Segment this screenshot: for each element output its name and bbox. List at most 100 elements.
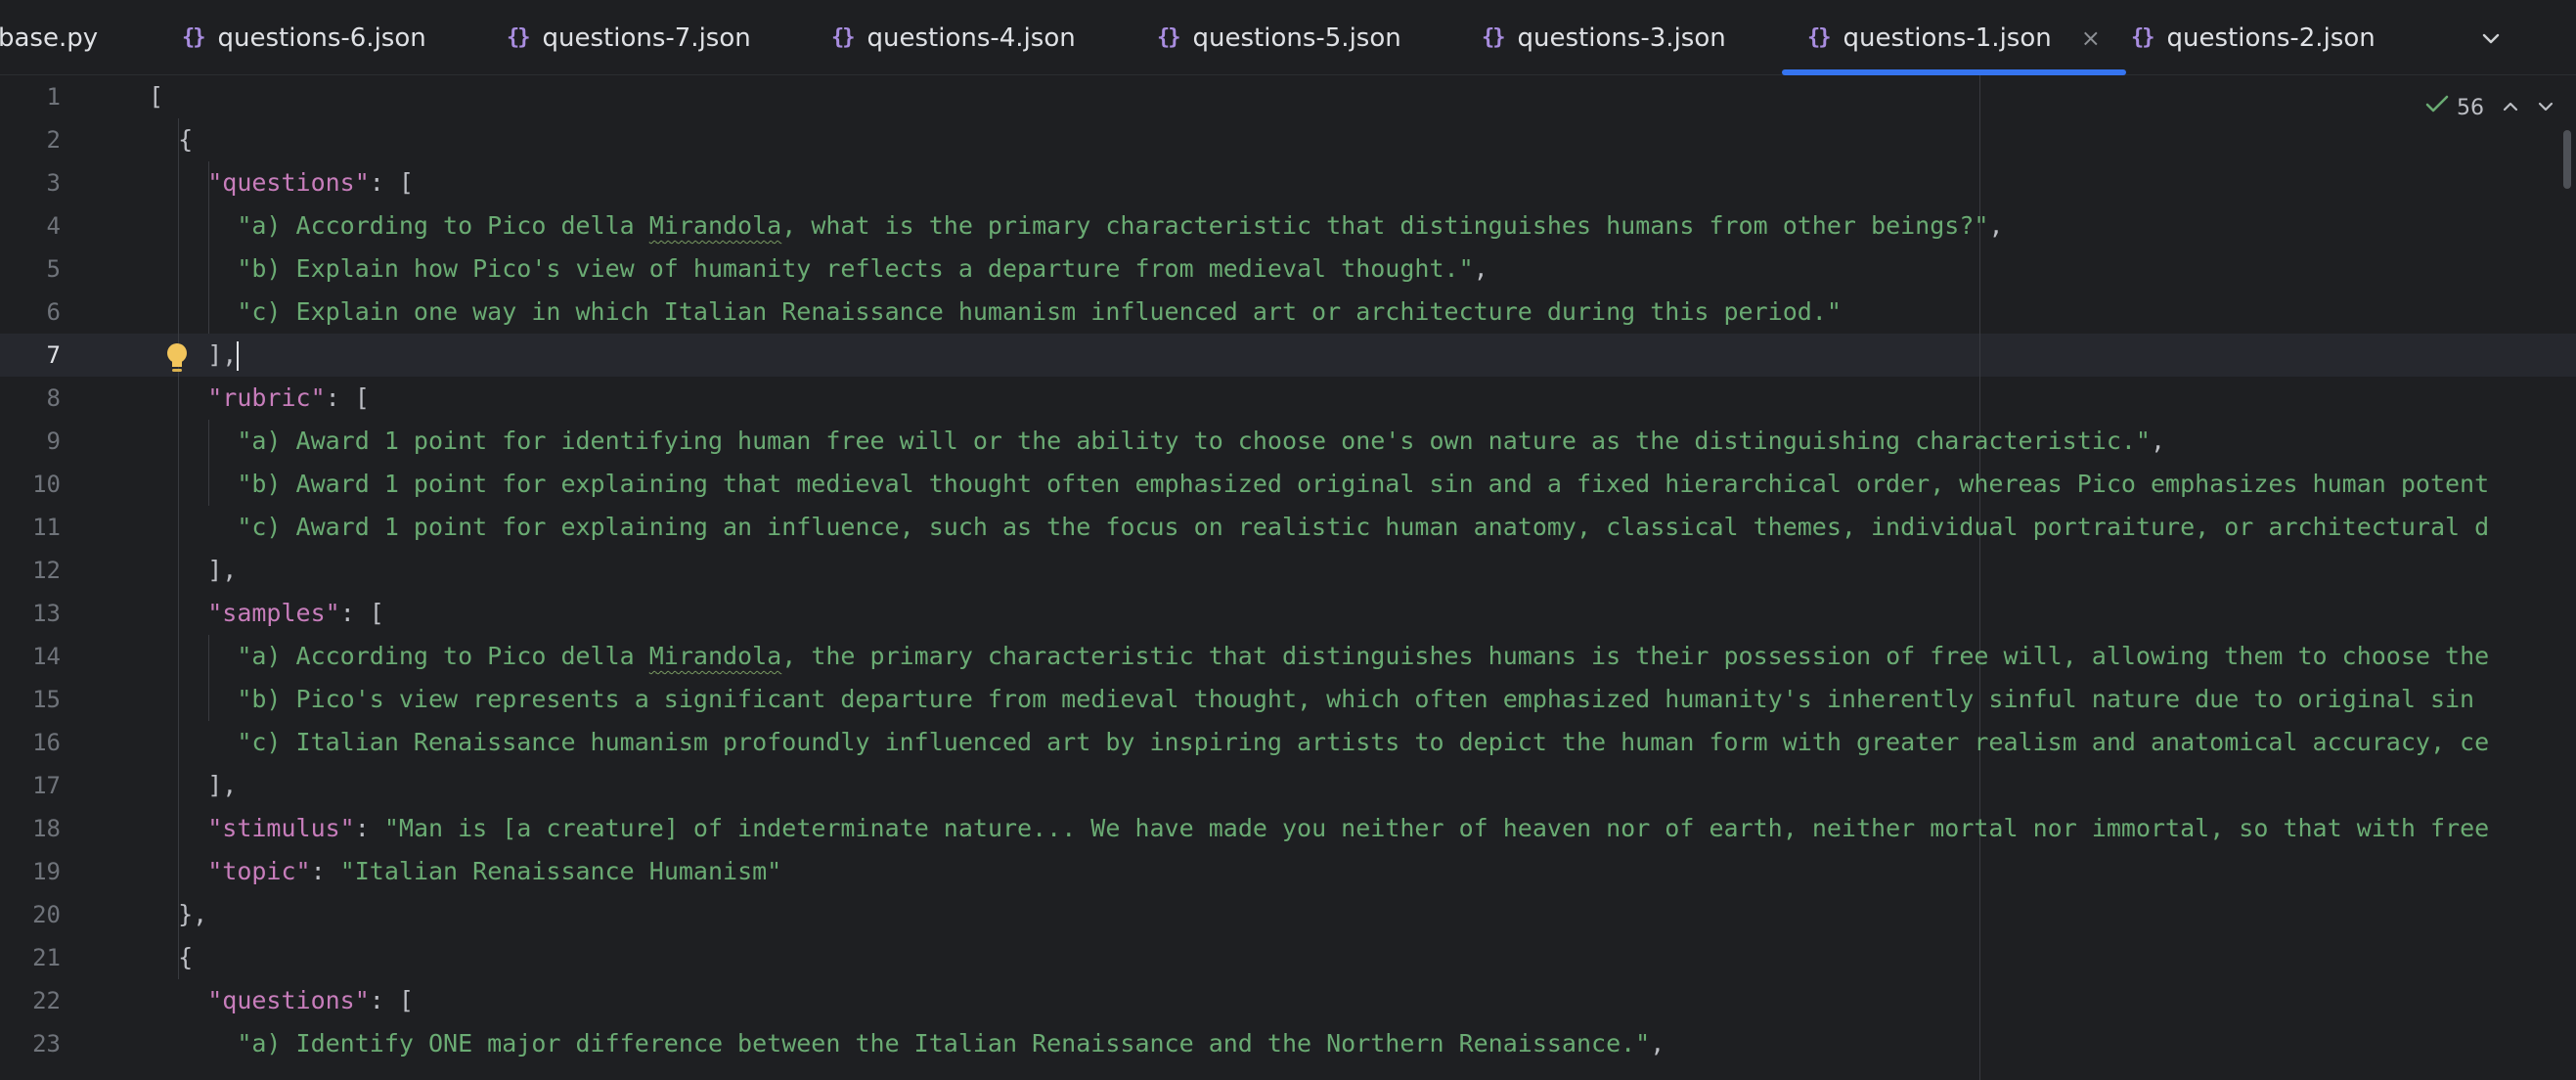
check-icon [2425,95,2449,120]
code-line[interactable]: }, [149,893,207,936]
tab-questions-6-json[interactable]: {} questions-6.json [182,0,426,75]
code-line[interactable]: "questions": [ [149,979,414,1022]
line-number: 12 [32,557,61,584]
json-key: "questions" [207,168,370,197]
chevron-up-icon[interactable] [2502,98,2519,118]
json-punctuation [149,1029,237,1058]
json-string: "Italian Renaissance Humanism" [339,857,782,885]
json-punctuation: { [149,125,194,154]
line-number: 15 [32,686,61,713]
line-number: 5 [46,255,61,283]
json-punctuation [149,211,237,240]
line-number: 23 [32,1030,61,1058]
code-line[interactable]: "a) Award 1 point for identifying human … [149,420,2165,463]
line-number: 8 [46,384,61,412]
code-line[interactable]: ], [149,549,237,592]
json-key: "stimulus" [207,814,355,842]
json-string: , the primary characteristic that distin… [781,642,2490,670]
json-key: "topic" [207,857,311,885]
json-punctuation [149,986,207,1014]
json-punctuation: : [354,814,384,842]
vertical-scrollbar-thumb[interactable] [2563,130,2571,189]
json-file-icon: {} [1807,25,1831,50]
tab-questions-4-json[interactable]: {} questions-4.json [831,0,1076,75]
code-line[interactable]: { [149,118,193,161]
json-punctuation [149,513,237,541]
json-string: Mirandola [648,211,782,240]
ide-window: base.py {} questions-6.json {} questions… [0,0,2576,1080]
json-string: "a) Award 1 point for identifying human … [237,427,2151,455]
code-line[interactable]: "b) Explain how Pico's view of humanity … [149,248,1488,291]
json-key: "questions" [207,986,370,1014]
json-string: "b) Award 1 point for explaining that me… [237,470,2490,498]
json-string: "c) Italian Renaissance humanism profoun… [237,728,2490,756]
chevron-down-icon[interactable] [2474,22,2508,55]
json-punctuation: : [ [339,599,384,627]
code-line[interactable]: { [149,936,193,979]
code-editor[interactable]: 1 2 3 4 5 6 7 8 9 10 11 12 13 14 15 16 17 18 19 20 21 22 23 [ … [0,75,2576,1080]
line-number: 16 [32,729,61,756]
json-punctuation [149,642,237,670]
tab-label: questions-1.json [1843,22,2052,53]
tab-questions-2-json[interactable]: {} questions-2.json [2131,0,2376,75]
tab-base-py[interactable]: base.py [0,0,98,75]
json-punctuation: , [1473,254,1488,283]
tab-questions-5-json[interactable]: {} questions-5.json [1157,0,1401,75]
tab-label: questions-4.json [866,22,1076,53]
line-number: 22 [32,987,61,1014]
json-string: "Man is [a creature] of indeterminate na… [383,814,2490,842]
code-line[interactable]: "c) Explain one way in which Italian Ren… [149,291,1842,334]
inspection-count: 56 [2457,95,2484,120]
json-string: "a) According to Pico della [237,642,649,670]
code-line[interactable]: "topic": "Italian Renaissance Humanism" [149,850,781,893]
code-line[interactable]: "b) Pico's view represents a significant… [149,678,2474,721]
json-punctuation [149,383,207,412]
code-line[interactable]: "a) Identify ONE major difference betwee… [149,1022,1665,1065]
json-string: Mirandola [648,642,782,670]
text-caret [237,341,240,371]
line-number: 20 [32,901,61,928]
json-key: "samples" [207,599,340,627]
tab-label: questions-6.json [217,22,426,53]
json-string: "a) Identify ONE major difference betwee… [237,1029,1651,1058]
tab-questions-3-json[interactable]: {} questions-3.json [1482,0,1726,75]
line-number: 7 [46,341,61,369]
code-line[interactable]: ], [149,334,240,377]
json-punctuation: ], [149,340,238,369]
tab-questions-7-json[interactable]: {} questions-7.json [507,0,751,75]
json-file-icon: {} [831,25,855,50]
json-punctuation: [ [149,82,164,111]
lightbulb-icon[interactable] [164,341,190,375]
code-line[interactable]: "samples": [ [149,592,384,635]
inspection-widget[interactable]: 56 [2425,91,2554,124]
close-icon[interactable]: × [2081,24,2101,52]
code-line[interactable]: "c) Award 1 point for explaining an infl… [149,506,2489,549]
line-number: 14 [32,643,61,670]
tab-label: questions-3.json [1517,22,1726,53]
code-line[interactable]: "rubric": [ [149,377,370,420]
code-line[interactable]: [ [149,75,163,118]
json-punctuation: { [149,943,194,971]
line-number: 17 [32,772,61,799]
code-line[interactable]: ], [149,764,237,807]
json-file-icon: {} [1157,25,1180,50]
json-punctuation [149,254,237,283]
code-line[interactable]: "stimulus": "Man is [a creature] of inde… [149,807,2489,850]
json-punctuation: , [1988,211,2004,240]
json-file-icon: {} [182,25,205,50]
tab-label: questions-7.json [542,22,751,53]
code-line[interactable]: "a) According to Pico della Mirandola, w… [149,204,2004,248]
code-area[interactable]: [ { "questions": [ "a) According to Pico… [149,75,2576,1080]
json-string: "a) According to Pico della [237,211,649,240]
tab-label: questions-5.json [1192,22,1401,53]
code-line[interactable]: "b) Award 1 point for explaining that me… [149,463,2489,506]
code-line[interactable]: "questions": [ [149,161,414,204]
json-punctuation [149,168,207,197]
code-line[interactable]: "a) According to Pico della Mirandola, t… [149,635,2489,678]
tab-questions-1-json[interactable]: {} questions-1.json × [1782,0,2126,75]
chevron-down-icon[interactable] [2537,98,2554,118]
json-file-icon: {} [1482,25,1505,50]
line-number: 2 [46,126,61,154]
json-punctuation: : [310,857,340,885]
code-line[interactable]: "c) Italian Renaissance humanism profoun… [149,721,2489,764]
